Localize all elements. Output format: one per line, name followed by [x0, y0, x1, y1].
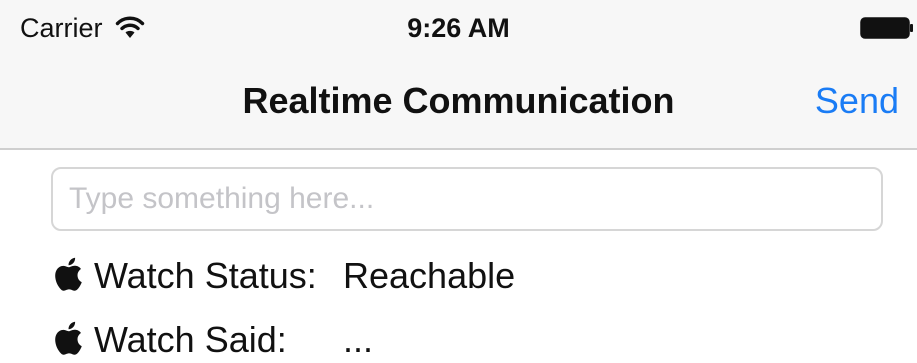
- watch-status-row: Watch Status: Reachable: [52, 255, 515, 299]
- nav-title: Realtime Communication: [242, 80, 675, 121]
- battery-full-icon: [860, 17, 913, 39]
- top-chrome: Carrier 9:26 AM Realtime Communication S…: [0, 0, 917, 150]
- watch-said-row: Watch Said: ...: [52, 319, 373, 363]
- send-button[interactable]: Send: [815, 80, 899, 122]
- watch-status-value: Reachable: [343, 255, 516, 296]
- status-bar: Carrier 9:26 AM: [0, 0, 917, 60]
- status-time: 9:26 AM: [407, 13, 510, 43]
- watch-said-value: ...: [343, 319, 374, 360]
- watch-status-label: Watch Status:: [94, 255, 317, 296]
- message-input[interactable]: [51, 167, 883, 231]
- apple-logo-icon: [55, 321, 82, 355]
- apple-logo-icon: [55, 257, 82, 291]
- navigation-bar: Realtime Communication Send: [0, 60, 917, 148]
- watch-said-label: Watch Said:: [94, 319, 287, 360]
